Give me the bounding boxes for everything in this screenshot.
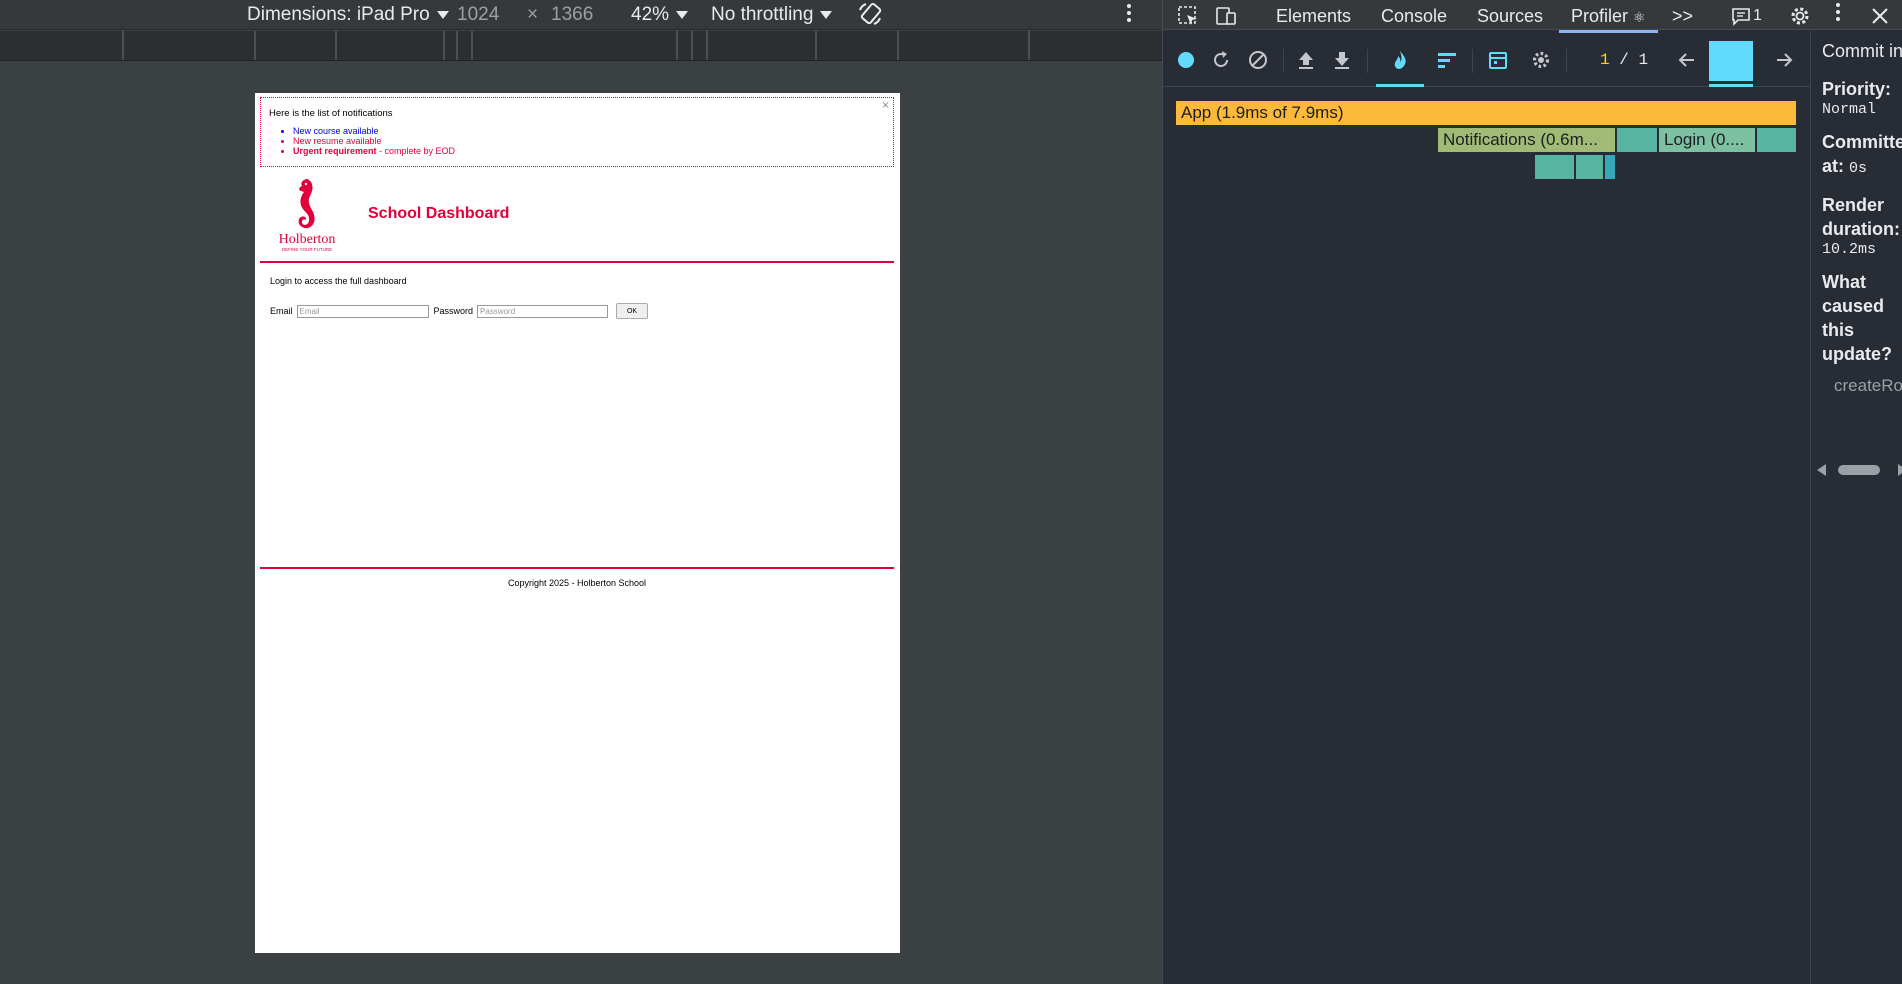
urgent-detail: - complete by EOD: [376, 146, 456, 156]
settings-gear-icon[interactable]: [1789, 5, 1811, 27]
notifications-title: Here is the list of notifications: [269, 108, 393, 119]
flame-bar[interactable]: [1576, 155, 1603, 179]
password-label: Password: [433, 306, 474, 316]
tab-elements[interactable]: Elements: [1276, 3, 1351, 29]
chevron-down-icon: [820, 10, 833, 19]
holberton-logo: Holberton DEFINE YOUR FUTURE: [279, 179, 336, 252]
devtools-panel: Elements Console Sources Profiler ⚛ >> 1: [1162, 0, 1902, 984]
throttling-dropdown[interactable]: No throttling: [711, 2, 833, 28]
react-icon: ⚛: [1633, 9, 1646, 25]
flame-bar[interactable]: [1605, 155, 1615, 179]
tab-profiler-label: Profiler: [1571, 6, 1629, 26]
ranked-chart-icon[interactable]: [1436, 49, 1458, 71]
dimensions-label: Dimensions: iPad Pro: [247, 4, 430, 25]
login-form: Email Password OK: [270, 303, 890, 319]
email-field[interactable]: [296, 304, 429, 318]
password-field[interactable]: [477, 304, 609, 318]
zoom-dropdown[interactable]: 42%: [631, 2, 689, 28]
times-icon: ×: [527, 4, 539, 25]
logo-text: Holberton: [279, 232, 336, 247]
notification-item[interactable]: New course available: [293, 126, 885, 136]
app-header: Holberton DEFINE YOUR FUTURE School Dash…: [260, 171, 894, 263]
next-commit-icon[interactable]: [1773, 49, 1795, 71]
chevron-down-icon: [676, 10, 689, 19]
flame-bar-login[interactable]: Login (0....: [1659, 128, 1755, 152]
devtools-menu-icon[interactable]: [1836, 3, 1840, 24]
flame-bar[interactable]: [1757, 128, 1796, 152]
height-input[interactable]: 1366: [551, 2, 593, 28]
cause-value[interactable]: createRoot(): [1834, 376, 1902, 396]
tab-console[interactable]: Console: [1381, 3, 1447, 29]
login-section: Login to access the full dashboard Email…: [270, 276, 890, 319]
media-query-bar[interactable]: [0, 31, 1162, 61]
urgent-text: Urgent requirement: [293, 146, 377, 156]
record-icon[interactable]: [1175, 49, 1197, 71]
browser-window: Dimensions: iPad Pro 1024 × 1366 42% No …: [0, 0, 1902, 984]
prev-commit-icon[interactable]: [1676, 49, 1698, 71]
notification-item[interactable]: New resume available: [293, 136, 885, 146]
copyright-text: Copyright 2025 - Holberton School: [507, 578, 647, 588]
more-tabs-icon[interactable]: >>: [1672, 3, 1693, 29]
commit-separator: /: [1619, 51, 1629, 69]
priority-label: Priority: [1822, 79, 1886, 99]
horizontal-scrollbar[interactable]: [1817, 463, 1902, 477]
close-icon[interactable]: ×: [882, 98, 889, 112]
dimensions-dropdown[interactable]: Dimensions: iPad Pro: [247, 2, 449, 28]
app-footer: Copyright 2025 - Holberton School: [260, 567, 894, 588]
ok-button[interactable]: OK: [616, 303, 649, 319]
commit-total: 1: [1638, 51, 1649, 69]
close-devtools-icon[interactable]: [1869, 5, 1891, 27]
rotate-icon[interactable]: [856, 0, 884, 26]
more-options-icon[interactable]: [1127, 4, 1131, 25]
flame-bar[interactable]: [1535, 155, 1574, 179]
page-title: School Dashboard: [368, 205, 510, 222]
commit-info-sidebar: Commit information Priority: Normal Comm…: [1810, 31, 1902, 984]
device-toolbar: Dimensions: iPad Pro 1024 × 1366 42% No …: [0, 0, 1162, 30]
profiler-settings-icon[interactable]: [1530, 49, 1552, 71]
width-input[interactable]: 1024: [457, 2, 499, 28]
flamegraph-icon[interactable]: [1389, 49, 1411, 71]
tab-profiler[interactable]: Profiler ⚛: [1559, 3, 1658, 33]
commit-bar[interactable]: [1709, 41, 1753, 81]
flame-bar-notifications[interactable]: Notifications (0.6m...: [1438, 128, 1615, 152]
clear-profile-icon[interactable]: [1247, 49, 1269, 71]
render-duration-label: Render duration: [1822, 195, 1894, 239]
login-intro: Login to access the full dashboard: [270, 276, 407, 286]
commit-counter: 1 / 1: [1600, 51, 1648, 69]
device-toggle-icon[interactable]: [1215, 5, 1237, 27]
notifications-list: New course available New resume availabl…: [293, 126, 885, 156]
logo-tagline: DEFINE YOUR FUTURE: [282, 247, 332, 252]
notification-item[interactable]: Urgent requirement - complete by EOD: [293, 146, 885, 156]
commit-current: 1: [1600, 51, 1610, 69]
timeline-icon[interactable]: [1487, 49, 1509, 71]
chevron-down-icon: [436, 10, 449, 19]
devtools-tabbar: Elements Console Sources Profiler ⚛ >> 1: [1163, 0, 1902, 33]
flame-bar[interactable]: [1617, 128, 1657, 152]
inspect-element-icon[interactable]: [1177, 5, 1199, 27]
tab-sources[interactable]: Sources: [1477, 3, 1543, 29]
upload-icon[interactable]: [1295, 49, 1317, 71]
profiler-toolbar: 1 / 1: [1163, 31, 1811, 87]
email-label: Email: [270, 306, 293, 316]
issues-icon[interactable]: [1730, 5, 1752, 27]
committed-value: 0s: [1849, 160, 1868, 177]
priority-value: Normal: [1822, 101, 1877, 118]
reload-profile-icon[interactable]: [1210, 49, 1232, 71]
cause-label: What caused this update?: [1822, 272, 1892, 364]
flame-bar-app[interactable]: App (1.9ms of 7.9ms): [1176, 101, 1796, 125]
throttling-label: No throttling: [711, 4, 814, 25]
emulated-viewport: × Here is the list of notifications New …: [255, 93, 900, 953]
issues-count: 1: [1753, 7, 1762, 24]
download-icon[interactable]: [1331, 49, 1353, 71]
render-duration-value: 10.2ms: [1822, 241, 1877, 258]
notifications-panel: × Here is the list of notifications New …: [260, 97, 894, 167]
sidebar-heading: Commit information: [1822, 41, 1902, 61]
zoom-label: 42%: [631, 4, 670, 25]
flamegraph: App (1.9ms of 7.9ms) Notifications (0.6m…: [1163, 88, 1811, 984]
